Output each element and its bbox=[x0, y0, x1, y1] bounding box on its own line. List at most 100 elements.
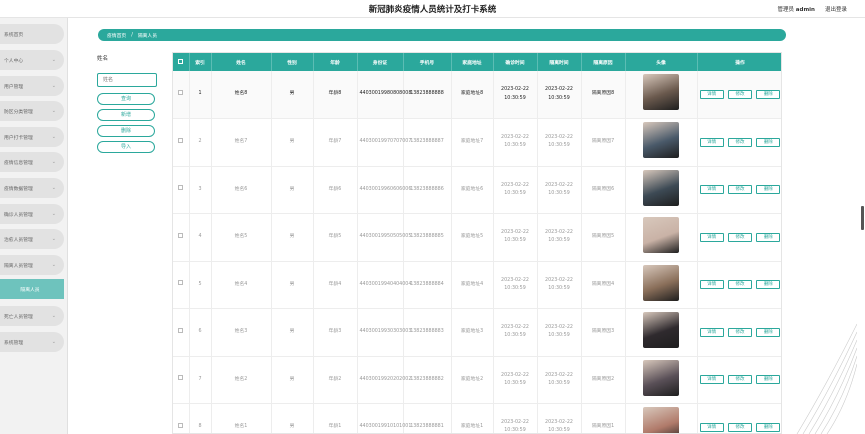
logout-link[interactable]: 退出登录 bbox=[825, 5, 847, 13]
details-button[interactable]: 详情 bbox=[699, 422, 724, 432]
delete-row-button[interactable]: 删除 bbox=[756, 232, 781, 242]
cell-address: 家庭地址8 bbox=[451, 71, 494, 119]
cell-address: 家庭地址4 bbox=[451, 261, 494, 309]
cell-index: 7 bbox=[189, 356, 212, 404]
row-checkbox[interactable] bbox=[173, 213, 190, 262]
checkbox-icon bbox=[178, 327, 184, 333]
details-button[interactable]: 详情 bbox=[699, 185, 724, 195]
cell-id: 44030019950505005 bbox=[357, 213, 411, 262]
details-button[interactable]: 详情 bbox=[699, 280, 724, 290]
page-scrollbar[interactable] bbox=[861, 206, 864, 230]
cell-name: 姓名4 bbox=[211, 261, 272, 309]
table-row: 1 姓名8 男年龄8 44030019980808008 13823888888 家庭地址… bbox=[173, 71, 781, 119]
cell-gender: 男 bbox=[271, 118, 314, 167]
sidebar-item-label: 系统管理 bbox=[4, 340, 24, 346]
sidebar-item[interactable]: 疫情数据管理 ⌄ bbox=[0, 178, 64, 198]
cell-age: 年龄8 bbox=[313, 71, 358, 119]
row-checkbox[interactable] bbox=[173, 403, 190, 433]
column-header: 隔离时间 bbox=[537, 53, 582, 71]
cell-id: 44030019940404004 bbox=[357, 261, 411, 309]
details-button[interactable]: 详情 bbox=[699, 232, 724, 242]
sidebar-item[interactable]: 疫情信息管理 ⌄ bbox=[0, 152, 64, 172]
chevron-down-icon: ⌄ bbox=[51, 211, 56, 217]
edit-button[interactable]: 修改 bbox=[727, 185, 753, 195]
edit-button[interactable]: 修改 bbox=[727, 90, 753, 99]
edit-button[interactable]: 修改 bbox=[727, 327, 753, 337]
row-checkbox[interactable] bbox=[173, 118, 190, 167]
cell-gender: 男 bbox=[271, 71, 314, 119]
cell-reason: 隔离原因2 bbox=[581, 356, 626, 404]
cell-phone: 13823888882 bbox=[403, 356, 452, 404]
table-row: 6 姓名3 男年龄3 44030019930303003 13823888883 家庭地址… bbox=[173, 308, 781, 357]
cell-isolate-time: 2023-02-22 10:30:59 bbox=[537, 118, 582, 167]
details-button[interactable]: 详情 bbox=[699, 90, 724, 99]
edit-button[interactable]: 修改 bbox=[727, 375, 753, 385]
sidebar-item[interactable]: 防区分类管理 ⌄ bbox=[0, 101, 64, 121]
sidebar-item[interactable]: 治愈人员管理 ⌄ bbox=[0, 229, 64, 249]
sidebar-item[interactable]: 用户打卡管理 ⌄ bbox=[0, 127, 64, 147]
column-header: 操作 bbox=[697, 53, 781, 71]
cell-address: 家庭地址2 bbox=[451, 356, 494, 404]
row-checkbox[interactable] bbox=[173, 71, 190, 119]
cell-phone: 13823888885 bbox=[403, 213, 452, 262]
chevron-down-icon: ⌄ bbox=[51, 262, 56, 268]
cell-gender: 男 bbox=[271, 261, 314, 309]
delete-row-button[interactable]: 删除 bbox=[756, 422, 781, 432]
delete-row-button[interactable]: 删除 bbox=[756, 137, 781, 147]
row-checkbox[interactable] bbox=[173, 166, 190, 214]
checkbox-icon bbox=[178, 422, 184, 428]
add-button[interactable]: 新增 bbox=[97, 109, 155, 121]
search-button[interactable]: 查询 bbox=[97, 93, 155, 105]
sidebar-item-label: 疫情信息管理 bbox=[4, 160, 33, 166]
row-checkbox[interactable] bbox=[173, 356, 190, 404]
cell-address: 家庭地址1 bbox=[451, 403, 494, 433]
cell-name: 姓名5 bbox=[211, 213, 272, 262]
sidebar-item[interactable]: 确诊人员管理 ⌄ bbox=[0, 204, 64, 224]
row-checkbox[interactable] bbox=[173, 308, 190, 357]
sidebar-item[interactable]: 系统首页 bbox=[0, 24, 64, 44]
name-search-input[interactable] bbox=[97, 73, 157, 87]
sidebar-item[interactable]: 用户管理 ⌄ bbox=[0, 76, 64, 96]
table-row: 4 姓名5 男年龄5 44030019950505005 13823888885 家庭地址… bbox=[173, 213, 781, 262]
breadcrumb-home[interactable]: 疫情首页 bbox=[107, 32, 126, 39]
delete-row-button[interactable]: 删除 bbox=[756, 185, 781, 195]
sidebar-item[interactable]: 个人中心 ⌄ bbox=[0, 50, 64, 70]
table-row: 8 姓名1 男年龄1 44030019910101001 13823888881 家庭地址… bbox=[173, 403, 781, 433]
table-row: 3 姓名6 男年龄6 44030019960606006 13823888886 家庭地址… bbox=[173, 166, 781, 214]
sidebar-item[interactable]: 死亡人员管理 ⌄ bbox=[0, 306, 64, 326]
edit-button[interactable]: 修改 bbox=[727, 422, 753, 432]
import-button[interactable]: 导入 bbox=[97, 141, 155, 153]
cell-name: 姓名2 bbox=[211, 356, 272, 404]
column-header: 手机号 bbox=[403, 53, 452, 71]
edit-button[interactable]: 修改 bbox=[727, 280, 753, 290]
delete-row-button[interactable]: 删除 bbox=[756, 90, 781, 99]
cell-confirm-time: 2023-02-22 10:30:59 bbox=[493, 356, 538, 404]
sidebar-item-label: 系统首页 bbox=[4, 32, 24, 38]
edit-button[interactable]: 修改 bbox=[727, 137, 753, 147]
edit-button[interactable]: 修改 bbox=[727, 232, 753, 242]
cell-actions: 详情 修改 删除 bbox=[697, 356, 781, 404]
row-checkbox[interactable] bbox=[173, 261, 190, 309]
delete-row-button[interactable]: 删除 bbox=[756, 327, 781, 337]
delete-button[interactable]: 删除 bbox=[97, 125, 155, 137]
checkbox-icon bbox=[178, 185, 184, 191]
column-header: 年龄 bbox=[313, 53, 358, 71]
details-button[interactable]: 详情 bbox=[699, 375, 724, 385]
cell-isolate-time: 2023-02-22 10:30:59 bbox=[537, 166, 582, 214]
sidebar-item[interactable]: 隔离人员 bbox=[0, 279, 64, 299]
cell-name: 姓名6 bbox=[211, 166, 272, 214]
cell-reason: 隔离原因1 bbox=[581, 403, 626, 433]
details-button[interactable]: 详情 bbox=[699, 137, 724, 147]
details-button[interactable]: 详情 bbox=[699, 327, 724, 337]
user-info: 管理员 admin bbox=[778, 5, 815, 13]
user-name: admin bbox=[795, 7, 815, 13]
select-all-checkbox[interactable] bbox=[173, 53, 190, 71]
sidebar-item-label: 个人中心 bbox=[4, 58, 24, 64]
sidebar-item[interactable]: 系统管理 ⌄ bbox=[0, 332, 64, 352]
delete-row-button[interactable]: 删除 bbox=[756, 280, 781, 290]
sidebar-item[interactable]: 隔离人员管理 ⌄ bbox=[0, 255, 64, 275]
delete-row-button[interactable]: 删除 bbox=[756, 375, 781, 385]
sidebar-item-label: 防区分类管理 bbox=[4, 109, 33, 115]
column-header: 隔离原因 bbox=[581, 53, 626, 71]
cell-actions: 详情 修改 删除 bbox=[697, 308, 781, 357]
